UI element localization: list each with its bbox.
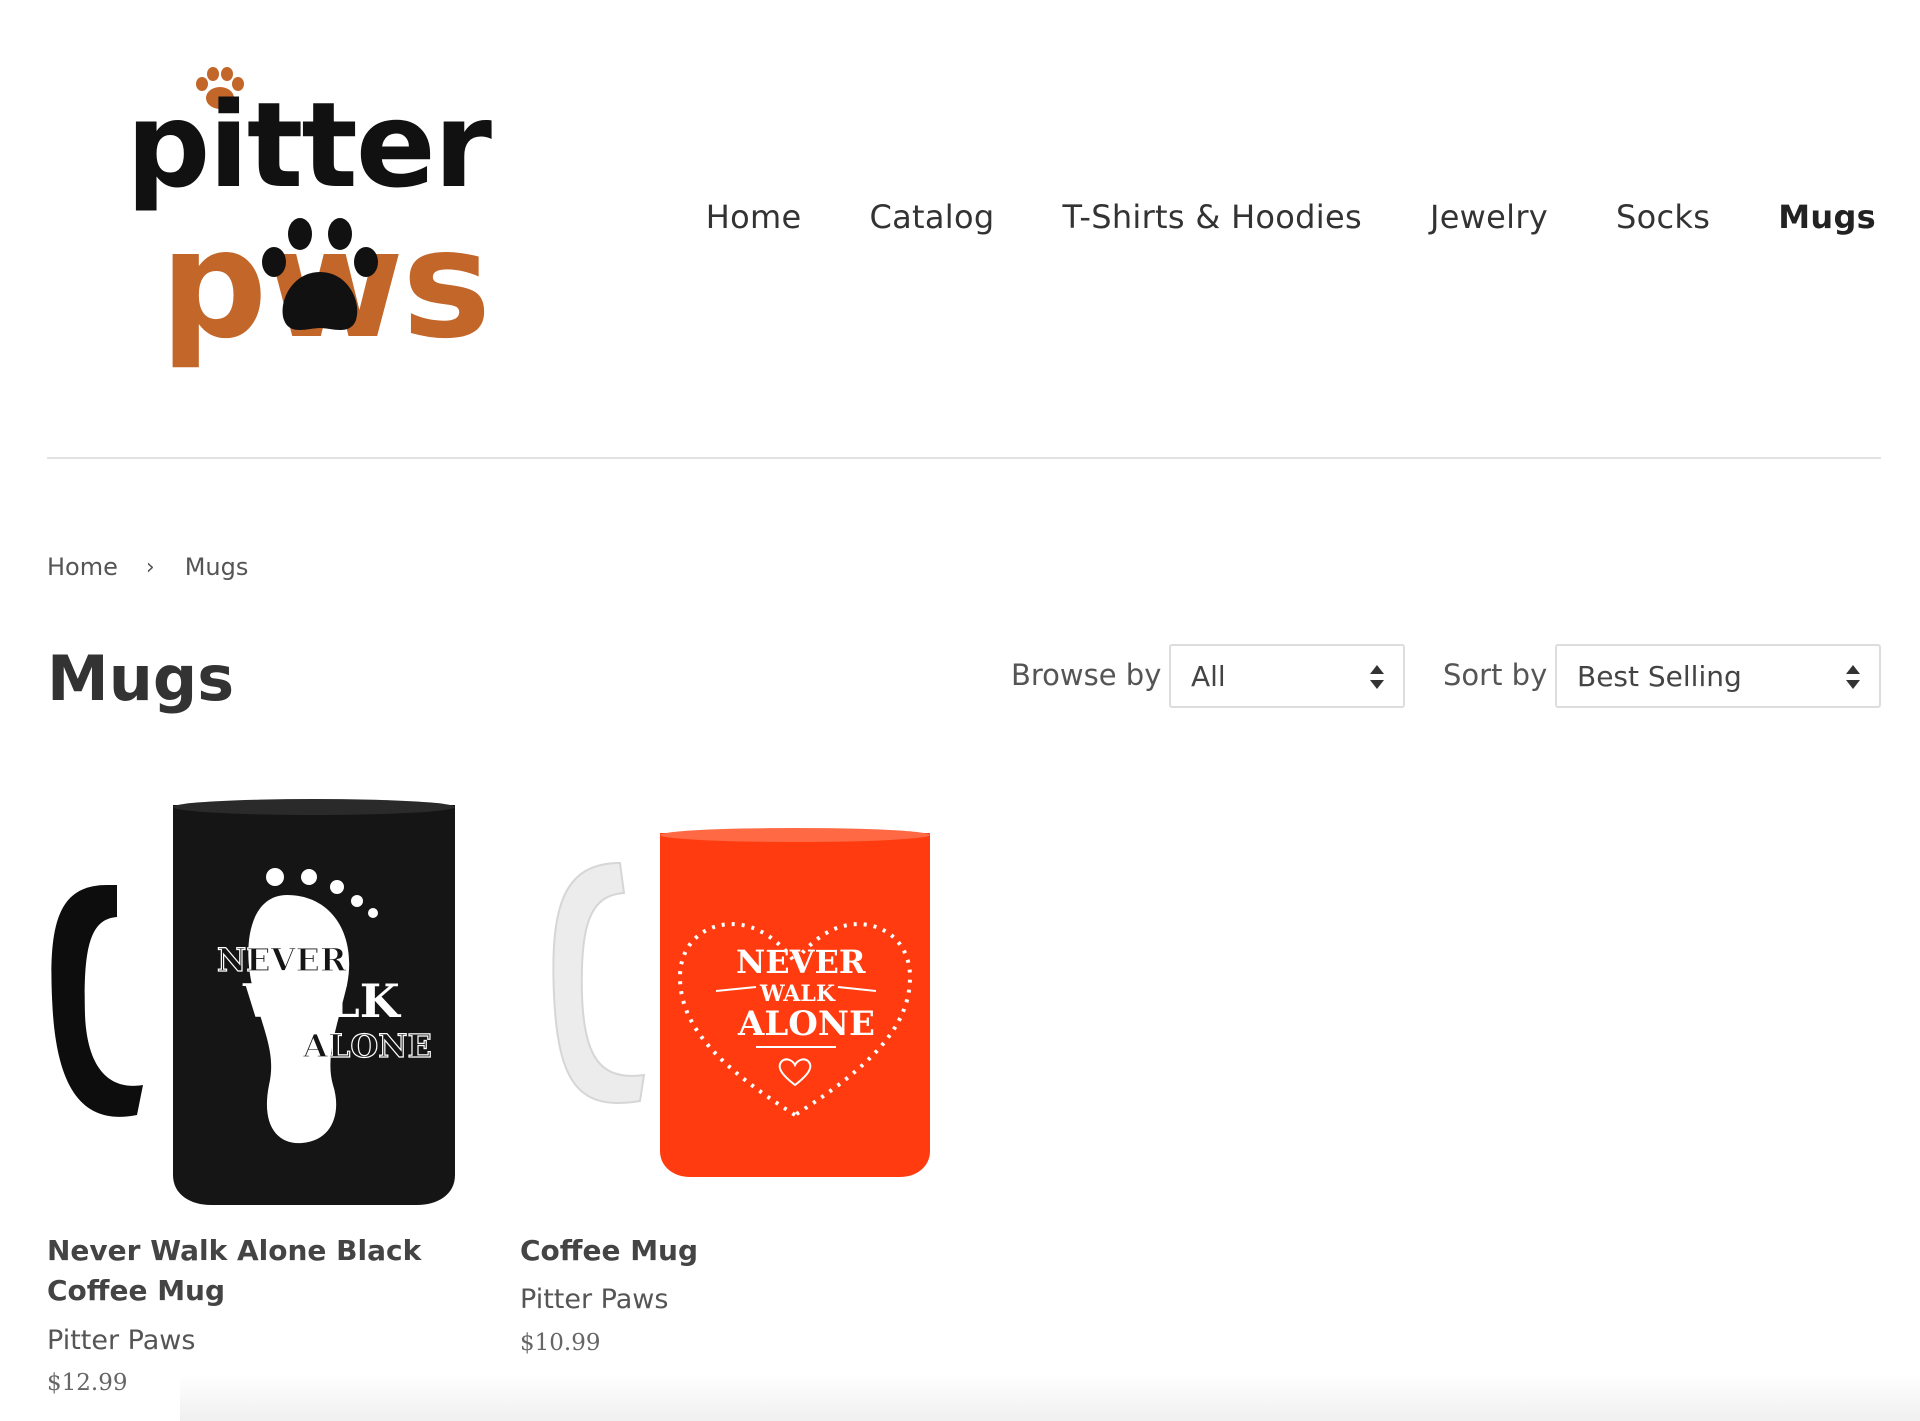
product-card[interactable]: NEVER WALK ALONE Coffee Mug Pitter Paws …: [520, 795, 940, 1356]
mug-art-walk: WALK: [242, 974, 402, 1028]
page-bottom-shadow: [180, 1375, 1920, 1421]
product-vendor: Pitter Paws: [520, 1284, 669, 1315]
nav-catalog[interactable]: Catalog: [869, 198, 994, 236]
product-price: $12.99: [47, 1370, 128, 1396]
mug-art-alone: ALONE: [737, 1004, 875, 1044]
sort-by-label: Sort by: [1443, 658, 1548, 692]
nav-jewelry[interactable]: Jewelry: [1430, 198, 1548, 236]
page-title: Mugs: [47, 642, 235, 715]
nav-home[interactable]: Home: [706, 198, 802, 236]
breadcrumb-current: Mugs: [184, 553, 249, 581]
main-nav: Home Catalog T-Shirts & Hoodies Jewelry …: [638, 198, 1876, 236]
browse-by-select[interactable]: All: [1169, 644, 1405, 708]
site-header: pitter pws Home Catalog T-Shirts & Hoodi…: [0, 0, 1920, 458]
select-arrows-icon: [1846, 665, 1860, 689]
header-divider: [47, 457, 1881, 459]
product-image-orange-mug[interactable]: NEVER WALK ALONE: [520, 795, 940, 1215]
logo[interactable]: pitter pws: [120, 60, 590, 380]
nav-mugs[interactable]: Mugs: [1778, 198, 1876, 236]
nav-socks[interactable]: Socks: [1616, 198, 1710, 236]
product-name[interactable]: Never Walk Alone Black Coffee Mug: [47, 1231, 467, 1311]
mug-art-alone: ALONE: [302, 1027, 432, 1065]
nav-tshirts-hoodies[interactable]: T-Shirts & Hoodies: [1062, 198, 1362, 236]
product-name[interactable]: Coffee Mug: [520, 1231, 940, 1271]
mug-art-never: NEVER: [736, 943, 866, 981]
sort-by-select[interactable]: Best Selling: [1555, 644, 1881, 708]
select-arrows-icon: [1370, 665, 1384, 689]
breadcrumb: Home › Mugs: [47, 553, 248, 581]
browse-by-label: Browse by: [1011, 658, 1162, 692]
product-card[interactable]: NEVER WALK ALONE Never Walk Alone Black …: [47, 795, 467, 1396]
product-price: $10.99: [520, 1330, 601, 1356]
paw-print-icon: [262, 218, 378, 330]
browse-by-value: All: [1191, 659, 1226, 693]
product-vendor: Pitter Paws: [47, 1325, 196, 1356]
logo-word-pitter: pitter: [126, 76, 492, 214]
breadcrumb-home[interactable]: Home: [47, 553, 118, 581]
breadcrumb-separator: ›: [145, 554, 155, 580]
product-image-black-mug[interactable]: NEVER WALK ALONE: [47, 795, 467, 1215]
sort-by-value: Best Selling: [1577, 659, 1742, 693]
